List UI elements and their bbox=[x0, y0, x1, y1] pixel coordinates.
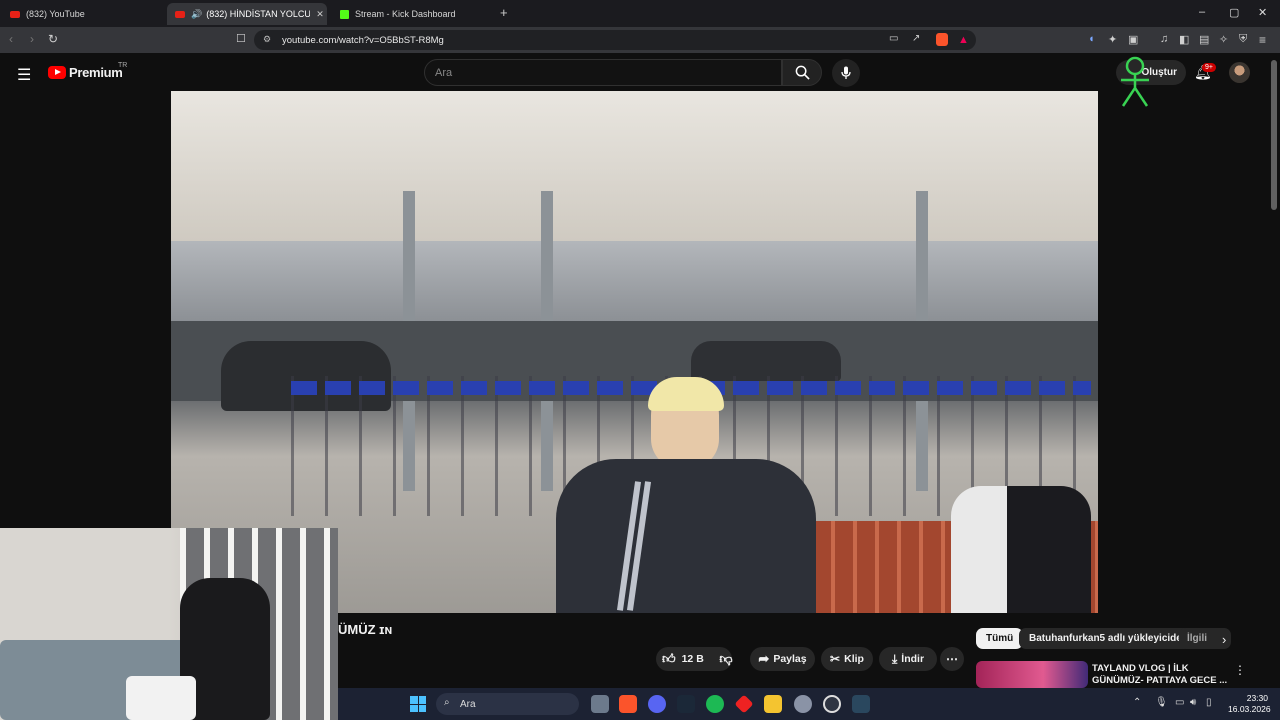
recommended-title-line: GÜNÜMÜZ- PATTAYA GECE ... bbox=[1092, 675, 1228, 686]
dislike-button[interactable]: 👎︎ bbox=[712, 647, 740, 671]
recommended-menu-icon[interactable]: ⋮ bbox=[1234, 663, 1246, 677]
thumbs-up-icon: 👍︎ bbox=[662, 651, 676, 666]
bookmark-icon[interactable]: ☐ bbox=[236, 32, 246, 45]
clip-button[interactable]: ✂ Klip bbox=[821, 647, 873, 671]
microphone-icon bbox=[841, 66, 851, 79]
taskbar-search-icon: ⌕ bbox=[444, 697, 450, 708]
chip-from-uploader[interactable]: Batuhanfurkan5 adlı yükleyiciden bbox=[1019, 628, 1198, 649]
brave-shields-icon[interactable] bbox=[936, 33, 948, 46]
music-icon[interactable]: ♫ bbox=[1160, 33, 1168, 45]
close-window-button[interactable]: ✕ bbox=[1258, 6, 1267, 19]
like-count: 12 B bbox=[681, 653, 704, 665]
tab-youtube[interactable]: (832) YouTube bbox=[2, 3, 162, 25]
windows-start-icon[interactable] bbox=[410, 696, 426, 712]
clip-label: Klip bbox=[844, 653, 864, 665]
tab-kick-dashboard[interactable]: Stream - Kick Dashboard bbox=[332, 3, 492, 25]
tray-chevron-icon[interactable]: ⌃ bbox=[1133, 697, 1141, 708]
voice-search-button[interactable] bbox=[832, 59, 860, 87]
tab-hindistan[interactable]: 🔊 (832) HİNDİSTAN YOLCULUĞ... ✕ bbox=[167, 3, 327, 25]
video-frame-backpack bbox=[951, 486, 1091, 613]
tab-label: (832) HİNDİSTAN YOLCULUĞ... bbox=[206, 9, 311, 19]
address-bar[interactable]: ⚙ youtube.com/watch?v=O5BbST-R8Mg bbox=[254, 30, 976, 50]
recommended-title-line: TAYLAND VLOG | İLK bbox=[1092, 663, 1189, 674]
video-frame-canopy bbox=[171, 91, 1098, 241]
tray-network-icon[interactable]: ▭ bbox=[1175, 697, 1184, 708]
discord-icon[interactable] bbox=[648, 695, 666, 713]
download-icon: ⤓ bbox=[891, 651, 898, 666]
taskbar-clock[interactable]: 23:30 16.03.2026 bbox=[1228, 693, 1271, 715]
recommended-thumbnail[interactable] bbox=[976, 661, 1088, 688]
leo-ai-icon[interactable]: ✧ bbox=[1219, 33, 1228, 46]
download-button[interactable]: ⤓ İndir bbox=[879, 647, 937, 671]
chips-next-icon[interactable]: › bbox=[1222, 632, 1226, 647]
kick-favicon-icon bbox=[340, 9, 349, 19]
youtube-logo-icon[interactable] bbox=[48, 66, 66, 79]
notification-badge: 9+ bbox=[1202, 63, 1216, 72]
webcam-overlay bbox=[0, 528, 338, 720]
more-icon: ⋯ bbox=[946, 652, 958, 666]
tray-battery-icon[interactable]: ▯ bbox=[1206, 697, 1212, 708]
chip-all[interactable]: Tümü bbox=[976, 628, 1024, 649]
file-explorer-icon[interactable] bbox=[764, 695, 782, 713]
brave-browser-icon[interactable] bbox=[619, 695, 637, 713]
wallet-icon[interactable]: ▤ bbox=[1199, 33, 1209, 46]
more-actions-button[interactable]: ⋯ bbox=[940, 647, 964, 671]
tray-volume-icon[interactable]: 🔊︎ bbox=[1190, 697, 1196, 708]
tab-label: Stream - Kick Dashboard bbox=[355, 9, 456, 19]
search-input[interactable]: Ara bbox=[424, 59, 782, 86]
close-tab-icon[interactable]: ✕ bbox=[316, 9, 324, 20]
cast-icon[interactable]: ▭ bbox=[889, 33, 898, 44]
clock-date: 16.03.2026 bbox=[1228, 704, 1271, 714]
tab-label: (832) YouTube bbox=[26, 9, 85, 19]
speaker-icon: 🔊 bbox=[191, 8, 203, 19]
share-label: Paylaş bbox=[773, 653, 807, 665]
screenshot-icon[interactable]: ▣ bbox=[1128, 33, 1138, 46]
share-button[interactable]: ➦ Paylaş bbox=[750, 647, 815, 671]
avatar[interactable] bbox=[1229, 62, 1250, 83]
tray-mic-icon[interactable]: 🎙︎ bbox=[1155, 697, 1168, 708]
url-text: youtube.com/watch?v=O5BbST-R8Mg bbox=[282, 34, 444, 46]
recommended-title[interactable]: TAYLAND VLOG | İLK GÜNÜMÜZ- PATTAYA GECE… bbox=[1092, 663, 1227, 687]
menu-icon[interactable]: ≡ bbox=[1259, 33, 1266, 47]
audio-icon[interactable]: ◖ bbox=[1088, 33, 1095, 45]
video-frame-person bbox=[556, 377, 816, 613]
steam-icon[interactable] bbox=[677, 695, 695, 713]
green-figure-overlay-icon bbox=[1121, 56, 1149, 107]
search-icon bbox=[795, 65, 810, 80]
extensions-icon[interactable]: ✦ bbox=[1108, 33, 1117, 46]
brave-rewards-icon[interactable]: ▲ bbox=[958, 34, 969, 46]
clock-time: 23:30 bbox=[1246, 693, 1268, 703]
search-placeholder: Ara bbox=[435, 66, 453, 79]
back-icon[interactable]: ‹ bbox=[9, 32, 13, 46]
taskbar-search-label: Ara bbox=[460, 698, 476, 710]
video-frame-car bbox=[691, 341, 841, 381]
obs-icon[interactable] bbox=[823, 695, 841, 713]
page-scrollbar[interactable] bbox=[1271, 60, 1277, 210]
steam-alt-icon[interactable] bbox=[852, 695, 870, 713]
settings-gear-icon[interactable] bbox=[794, 695, 812, 713]
site-settings-icon[interactable]: ⚙ bbox=[263, 34, 271, 45]
scissors-icon: ✂ bbox=[830, 652, 841, 666]
youtube-premium-logo[interactable]: Premium bbox=[69, 65, 123, 80]
thumbs-down-icon: 👎︎ bbox=[719, 651, 733, 666]
download-label: İndir bbox=[901, 653, 925, 665]
hamburger-menu-icon[interactable]: ☰ bbox=[17, 65, 31, 85]
spotify-icon[interactable] bbox=[706, 695, 724, 713]
share-page-icon[interactable]: ↗ bbox=[912, 33, 920, 44]
forward-icon[interactable]: › bbox=[30, 32, 34, 46]
maximize-button[interactable]: ▢ bbox=[1229, 6, 1239, 19]
video-title: ÜMÜZ ɪɴ bbox=[338, 622, 393, 637]
vpn-shield-icon[interactable]: ⛨ bbox=[1239, 33, 1247, 46]
minimize-button[interactable]: – bbox=[1199, 6, 1205, 18]
new-tab-button[interactable]: + bbox=[500, 5, 508, 20]
region-code: TR bbox=[118, 62, 128, 69]
task-view-icon[interactable] bbox=[591, 695, 609, 713]
search-button[interactable] bbox=[782, 59, 822, 86]
share-arrow-icon: ➦ bbox=[758, 651, 770, 666]
youtube-favicon-icon bbox=[175, 10, 185, 18]
taskbar-search[interactable]: ⌕ Ara bbox=[436, 693, 579, 715]
sidebar-icon[interactable]: ◧ bbox=[1179, 33, 1189, 46]
reload-icon[interactable]: ↻ bbox=[48, 32, 58, 46]
youtube-favicon-icon bbox=[10, 10, 20, 18]
